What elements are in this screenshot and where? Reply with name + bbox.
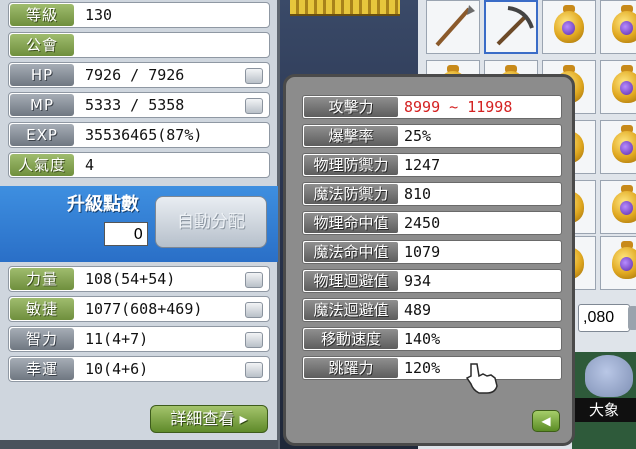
hp-plus-button[interactable] [245,68,263,84]
window-footer [0,440,278,449]
hand-cursor-icon [465,363,498,394]
detail-row: 物理防禦力 1247 [302,153,562,177]
meso-display: ,080 [578,304,630,332]
inventory-slot-potion[interactable] [600,0,636,54]
detail-row: 魔法命中值 1079 [302,240,562,264]
str-plus-button[interactable] [245,272,263,288]
detail-label: 魔法命中值 [304,242,398,262]
stat-row-guild: 公會 [8,32,270,58]
attr-row-str: 力量 108(54+54) [8,266,270,292]
detail-row: 魔法防禦力 810 [302,182,562,206]
detail-label: 跳躍力 [304,358,398,378]
detail-value: 120% [404,359,441,377]
detail-row: 魔法迴避值 489 [302,298,562,322]
detail-view-button[interactable]: 詳細查看 ▸ [150,405,268,433]
detail-label: 魔法迴避值 [304,300,398,320]
detail-label: 物理命中值 [304,213,398,233]
detail-label: 物理迴避值 [304,271,398,291]
stat-row-level: 等級 130 [8,2,270,28]
meso-button[interactable] [628,306,636,330]
ap-title: 升級點數 [67,194,139,215]
detail-value-attack: 8999 ~ 11998 [404,98,513,116]
detail-row: 移動速度 140% [302,327,562,351]
attr-row-int: 智力 11(4+7) [8,326,270,352]
inventory-slot-pickaxe[interactable] [484,0,538,54]
potion-icon [612,11,636,43]
detail-row: 爆擊率 25% [302,124,562,148]
detail-stat-window: 攻擊力 8999 ~ 11998 爆擊率 25% 物理防禦力 1247 魔法防禦… [283,74,575,446]
stat-value-fame: 4 [85,156,95,174]
ap-value: 0 [104,222,148,246]
potion-icon [554,11,584,43]
inventory-slot-spear[interactable] [426,0,480,54]
dex-plus-button[interactable] [245,302,263,318]
detail-value: 140% [404,330,441,348]
stat-label-fame: 人氣度 [10,154,74,176]
inventory-slot-potion[interactable] [542,0,596,54]
potion-icon [612,191,636,223]
attr-row-dex: 敏捷 1077(608+469) [8,296,270,322]
attr-value-str: 108(54+54) [85,270,176,288]
back-button[interactable]: ◀ [532,410,560,432]
inventory-slot-potion[interactable] [600,120,636,174]
detail-value: 25% [404,127,432,145]
stat-label-mp: MP [10,94,74,116]
detail-label: 物理防禦力 [304,155,398,175]
attr-value-int: 11(4+7) [85,330,149,348]
stat-row-fame: 人氣度 4 [8,152,270,178]
attr-label-str: 力量 [10,268,74,290]
arrow-right-icon: ▸ [239,409,248,428]
potion-icon [612,247,636,279]
pet-name-label: 大象 [572,398,636,422]
attr-label-dex: 敏捷 [10,298,74,320]
stat-label-exp: EXP [10,124,74,146]
inventory-slot-potion[interactable] [600,60,636,114]
detail-row: 跳躍力 120% [302,356,562,380]
stat-value-mp: 5333 / 5358 [85,96,185,114]
luk-plus-button[interactable] [245,362,263,378]
stat-label-hp: HP [10,64,74,86]
detail-value: 934 [404,272,432,290]
attr-label-int: 智力 [10,328,74,350]
detail-row: 物理迴避值 934 [302,269,562,293]
detail-label: 魔法防禦力 [304,184,398,204]
potion-icon [612,71,636,103]
detail-value: 2450 [404,214,441,232]
stat-value-level: 130 [85,6,113,24]
inventory-slot-potion[interactable] [600,236,636,290]
detail-label: 爆擊率 [304,126,398,146]
stat-label-guild: 公會 [10,34,74,56]
spear-icon [435,5,475,47]
stat-value-hp: 7926 / 7926 [85,66,185,84]
mp-plus-button[interactable] [245,98,263,114]
detail-label: 移動速度 [304,329,398,349]
window-gold-frame [290,0,400,16]
detail-value: 1247 [404,156,441,174]
elephant-pet-icon[interactable] [585,355,633,397]
arrow-left-icon: ◀ [541,414,551,428]
detail-label: 攻擊力 [304,97,398,117]
stat-label-level: 等級 [10,4,74,26]
stat-row-hp: HP 7926 / 7926 [8,62,270,88]
stat-value-exp: 35536465(87%) [85,126,203,144]
attr-value-luk: 10(4+6) [85,360,149,378]
inventory-slot-potion[interactable] [600,180,636,234]
pickaxe-icon [496,6,534,46]
int-plus-button[interactable] [245,332,263,348]
auto-assign-button[interactable]: 自動分配 [155,196,267,248]
attr-row-luk: 幸運 10(4+6) [8,356,270,382]
character-stat-window: 等級 130 公會 HP 7926 / 7926 MP 5333 / 5358 … [0,0,280,449]
detail-view-label: 詳細查看 [170,409,235,428]
attr-value-dex: 1077(608+469) [85,300,203,318]
attr-label-luk: 幸運 [10,358,74,380]
detail-value: 489 [404,301,432,319]
stat-row-exp: EXP 35536465(87%) [8,122,270,148]
stat-row-mp: MP 5333 / 5358 [8,92,270,118]
potion-icon [612,131,636,163]
detail-value: 1079 [404,243,441,261]
detail-row: 物理命中值 2450 [302,211,562,235]
detail-value: 810 [404,185,432,203]
detail-row: 攻擊力 8999 ~ 11998 [302,95,562,119]
